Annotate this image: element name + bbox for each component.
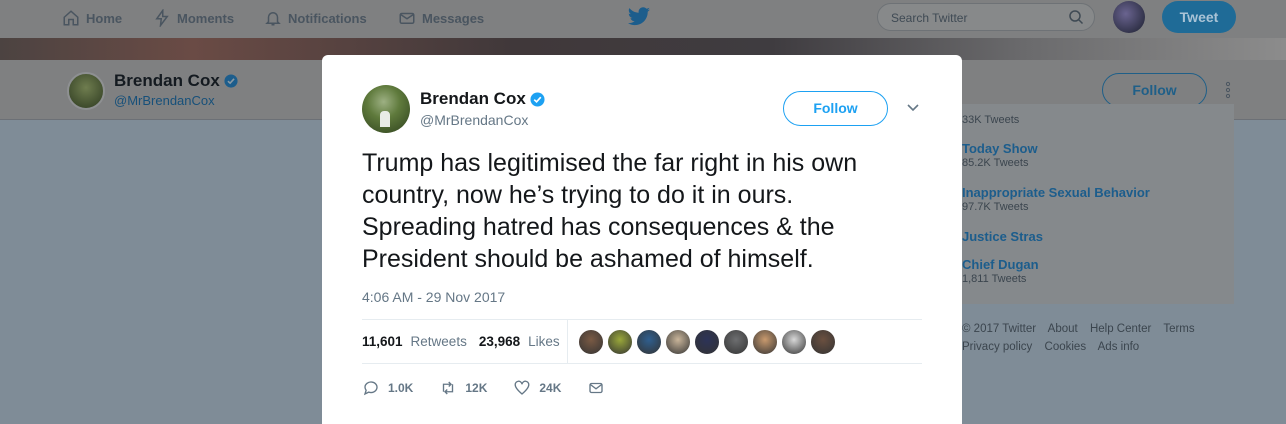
trend-item[interactable]: Justice Stras <box>962 229 1043 244</box>
tweet-modal: Brendan Cox @MrBrendanCox Follow Trump h… <box>322 55 962 424</box>
nav-notifications-label: Notifications <box>288 10 367 26</box>
divider <box>362 319 922 320</box>
footer-help-link[interactable]: Help Center <box>1090 323 1151 335</box>
lightning-icon <box>155 9 169 27</box>
home-icon <box>63 10 79 26</box>
trend-title: Today Show <box>962 141 1038 156</box>
trend-partial: 33K Tweets <box>962 113 1019 126</box>
likes-count: 23,968 <box>478 334 521 349</box>
liker-avatar[interactable] <box>723 329 749 355</box>
likes-label[interactable]: Likes <box>528 334 560 349</box>
retweets-count: 11,601 <box>362 334 403 349</box>
tweet-author-avatar[interactable] <box>362 85 410 133</box>
liker-avatar[interactable] <box>694 329 720 355</box>
bell-icon <box>265 12 281 26</box>
profile-handle[interactable]: @MrBrendanCox <box>114 93 215 108</box>
follow-button[interactable]: Follow <box>783 91 888 126</box>
footer-terms-link[interactable]: Terms <box>1163 323 1194 335</box>
liker-avatar[interactable] <box>810 329 836 355</box>
heart-icon <box>514 380 530 395</box>
verified-badge-icon <box>530 91 545 107</box>
reply-icon <box>363 381 378 396</box>
tweet-author-handle[interactable]: @MrBrendanCox <box>420 112 528 128</box>
tweet-author-name-text: Brendan Cox <box>420 89 526 108</box>
search-icon <box>1069 10 1084 25</box>
nav-home-label: Home <box>86 10 123 26</box>
tweet-stats: 11,601 Retweets 23,968 Likes <box>362 334 560 349</box>
profile-follow-button[interactable]: Follow <box>1102 73 1207 107</box>
retweet-count: 12K <box>465 381 488 395</box>
footer-ads-link[interactable]: Ads info <box>1098 341 1140 353</box>
nav-home[interactable]: Home <box>62 9 122 27</box>
liker-avatar[interactable] <box>578 329 604 355</box>
search-input[interactable]: Search Twitter <box>877 3 1095 31</box>
tweet-timestamp[interactable]: 4:06 AM - 29 Nov 2017 <box>362 289 505 305</box>
like-count: 24K <box>539 381 562 395</box>
more-options-icon[interactable] <box>1222 80 1234 100</box>
reply-button[interactable]: 1.0K <box>362 379 413 397</box>
footer-links-row1: © 2017 Twitter About Help Center Terms <box>962 323 1204 335</box>
trend-item[interactable]: Inappropriate Sexual Behavior 97.7K Twee… <box>962 185 1150 213</box>
nav-messages[interactable]: Messages <box>398 9 484 27</box>
nav-notifications[interactable]: Notifications <box>264 9 367 27</box>
retweets-label[interactable]: Retweets <box>411 334 467 349</box>
nav-messages-label: Messages <box>422 10 485 26</box>
footer-privacy-link[interactable]: Privacy policy <box>962 341 1032 353</box>
envelope-icon <box>589 382 604 394</box>
nav-moments-label: Moments <box>177 10 235 26</box>
like-button[interactable]: 24K <box>513 379 561 397</box>
search-placeholder: Search Twitter <box>891 11 968 25</box>
trend-count: 85.2K Tweets <box>962 157 1029 169</box>
trend-title: Justice Stras <box>962 229 1043 244</box>
liker-avatar[interactable] <box>752 329 778 355</box>
retweet-button[interactable]: 12K <box>439 379 487 397</box>
trend-item[interactable]: Today Show 85.2K Tweets <box>962 141 1038 169</box>
envelope-icon <box>399 12 415 24</box>
liker-avatar[interactable] <box>607 329 633 355</box>
top-navigation-bar: Home Moments Notifications Messages Sear… <box>0 0 1286 38</box>
footer-cookies-link[interactable]: Cookies <box>1045 341 1087 353</box>
stats-separator <box>567 320 568 363</box>
profile-avatar[interactable] <box>67 72 105 110</box>
trend-count: 97.7K Tweets <box>962 201 1029 213</box>
tweet-compose-button[interactable]: Tweet <box>1162 1 1236 33</box>
profile-name[interactable]: Brendan Cox <box>114 71 238 91</box>
liker-avatar[interactable] <box>665 329 691 355</box>
chevron-down-icon[interactable] <box>906 103 920 113</box>
tweet-author-name[interactable]: Brendan Cox <box>420 89 545 109</box>
trend-count: 1,811 Tweets <box>962 273 1027 285</box>
trend-title: Inappropriate Sexual Behavior <box>962 185 1150 200</box>
retweet-icon <box>443 381 454 395</box>
twitter-bird-icon[interactable] <box>627 7 651 27</box>
tweet-text: Trump has legitimised the far right in h… <box>362 149 858 273</box>
footer-copyright: © 2017 Twitter <box>962 323 1037 335</box>
verified-badge-icon <box>224 74 238 88</box>
liker-avatar[interactable] <box>636 329 662 355</box>
reply-count: 1.0K <box>388 381 414 395</box>
profile-name-text: Brendan Cox <box>114 71 220 90</box>
trend-title: Chief Dugan <box>962 257 1039 272</box>
trend-item[interactable]: Chief Dugan 1,811 Tweets <box>962 257 1039 285</box>
footer-links-row2: Privacy policy Cookies Ads info <box>962 341 1148 353</box>
liker-avatar[interactable] <box>781 329 807 355</box>
nav-moments[interactable]: Moments <box>153 9 234 27</box>
footer-about-link[interactable]: About <box>1048 323 1078 335</box>
user-avatar[interactable] <box>1113 1 1145 33</box>
trend-partial-count: 33K Tweets <box>962 114 1020 126</box>
divider <box>362 363 922 364</box>
direct-message-button[interactable] <box>587 379 605 397</box>
liker-avatars <box>578 329 836 355</box>
tweet-actions: 1.0K 12K 24K <box>362 379 631 397</box>
